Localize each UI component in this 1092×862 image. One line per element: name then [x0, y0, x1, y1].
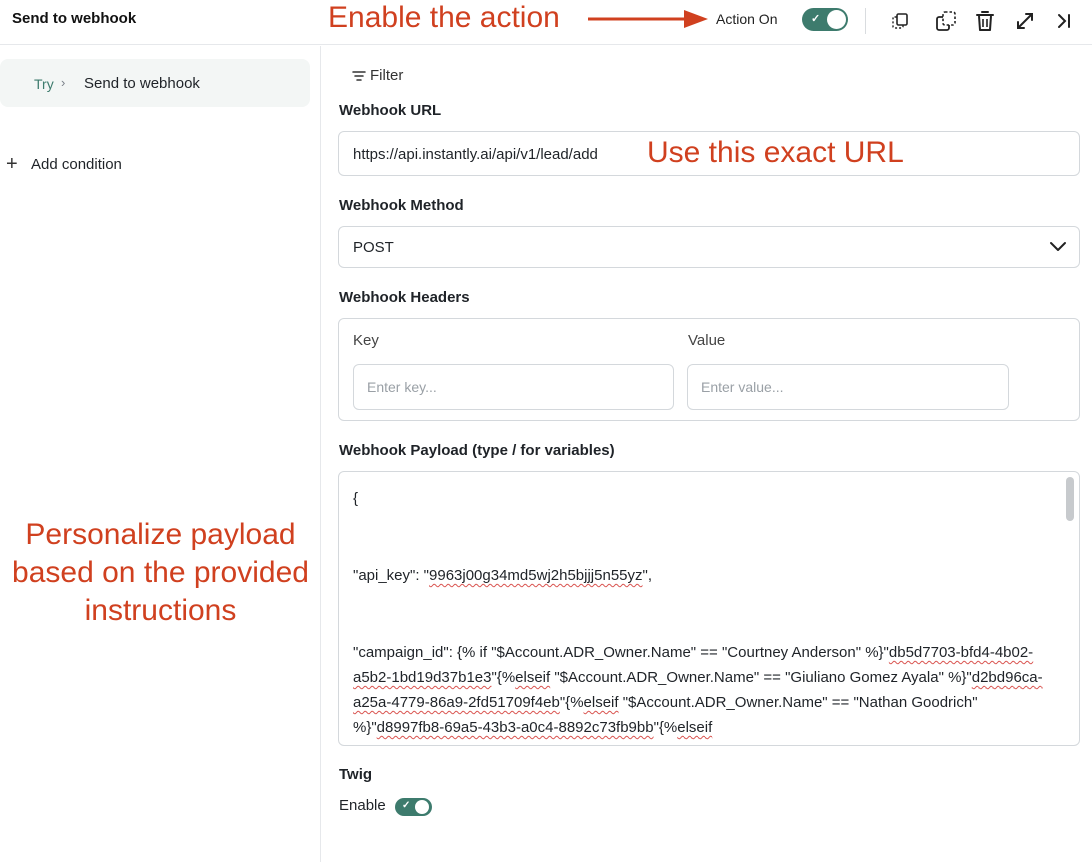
breadcrumb[interactable]: Try › Send to webhook [0, 59, 310, 107]
payload-text: "{% [653, 719, 678, 736]
expand-icon[interactable] [1012, 8, 1038, 34]
annotation-personalize: Personalize payload based on the provide… [12, 518, 309, 627]
payload-text: ", [642, 567, 653, 584]
header-value-label: Value [688, 332, 726, 349]
webhook-method-label: Webhook Method [339, 197, 464, 214]
header-bar: Send to webhook Enable the action Action… [0, 0, 1092, 45]
payload-text: "{% [491, 669, 516, 686]
webhook-payload-label: Webhook Payload (type / for variables) [339, 442, 615, 459]
add-condition-button[interactable]: + Add condition [6, 153, 122, 175]
header-divider [865, 8, 866, 34]
toggle-knob [827, 10, 846, 29]
toggle-knob [415, 800, 429, 814]
annotation-arrow-icon [588, 10, 708, 28]
annotation-enable-action: Enable the action [328, 1, 560, 34]
payload-keyword: elseif [515, 669, 551, 686]
header-key-input[interactable] [353, 364, 674, 410]
payload-scrollbar[interactable] [1066, 477, 1074, 521]
copy-icon[interactable] [933, 8, 959, 34]
add-condition-label: Add condition [31, 155, 122, 173]
payload-campaign-id: d8997fb8-69a5-43b3-a0c4-8892c73fb9bb [376, 719, 654, 736]
chevron-down-icon [1050, 242, 1066, 251]
twig-enable-toggle[interactable]: ✓ [395, 798, 432, 816]
payload-keyword: elseif [583, 694, 619, 711]
filter-icon [352, 70, 366, 81]
check-icon: ✓ [402, 800, 411, 811]
webhook-method-value: POST [353, 239, 394, 256]
duplicate-icon[interactable] [887, 8, 913, 34]
webhook-headers-panel: Key Value [338, 318, 1080, 421]
filter-button[interactable]: Filter [352, 67, 403, 84]
action-on-label: Action On [716, 11, 778, 27]
payload-text: "$Account.ADR_Owner.Name" == "Giuliano G… [550, 669, 972, 686]
header-key-label: Key [353, 332, 379, 349]
breadcrumb-current: Send to webhook [84, 75, 200, 92]
payload-content[interactable]: { "api_key": "9963j00g34md5wj2h5bjjj5n55… [353, 472, 1058, 740]
twig-label: Twig [339, 766, 373, 783]
collapse-panel-icon[interactable] [1051, 8, 1077, 34]
plus-icon: + [6, 153, 18, 175]
payload-line-open: { [353, 490, 359, 507]
sidebar: Try › Send to webhook + Add condition Pe… [0, 46, 321, 862]
breadcrumb-try[interactable]: Try [34, 76, 54, 92]
chevron-right-icon: › [61, 75, 66, 90]
filter-label: Filter [370, 67, 404, 84]
webhook-payload-editor[interactable]: { "api_key": "9963j00g34md5wj2h5bjjj5n55… [338, 471, 1080, 746]
twig-enable-label: Enable [339, 797, 386, 814]
annotation-exact-url: Use this exact URL [647, 136, 904, 169]
payload-text: "{% [559, 694, 584, 711]
webhook-method-select[interactable]: POST [338, 226, 1080, 268]
webhook-headers-label: Webhook Headers [339, 289, 470, 306]
payload-text: "campaign_id": {% if "$Account.ADR_Owner… [353, 644, 889, 661]
webhook-url-label: Webhook URL [339, 102, 442, 119]
payload-text: "api_key": " [353, 567, 430, 584]
action-on-toggle[interactable]: ✓ [802, 8, 848, 31]
trash-icon[interactable] [972, 8, 998, 34]
panel-title: Send to webhook [12, 10, 137, 27]
webhook-url-value: https://api.instantly.ai/api/v1/lead/add [353, 146, 598, 163]
payload-keyword: elseif [677, 719, 713, 736]
payload-api-key-value: 9963j00g34md5wj2h5bjjj5n55yz [429, 567, 643, 584]
header-value-input[interactable] [687, 364, 1009, 410]
payload-line-campaign: "campaign_id": {% if "$Account.ADR_Owner… [353, 640, 1058, 740]
check-icon: ✓ [811, 13, 821, 25]
payload-line-api-key: "api_key": "9963j00g34md5wj2h5bjjj5n55yz… [353, 563, 1058, 588]
